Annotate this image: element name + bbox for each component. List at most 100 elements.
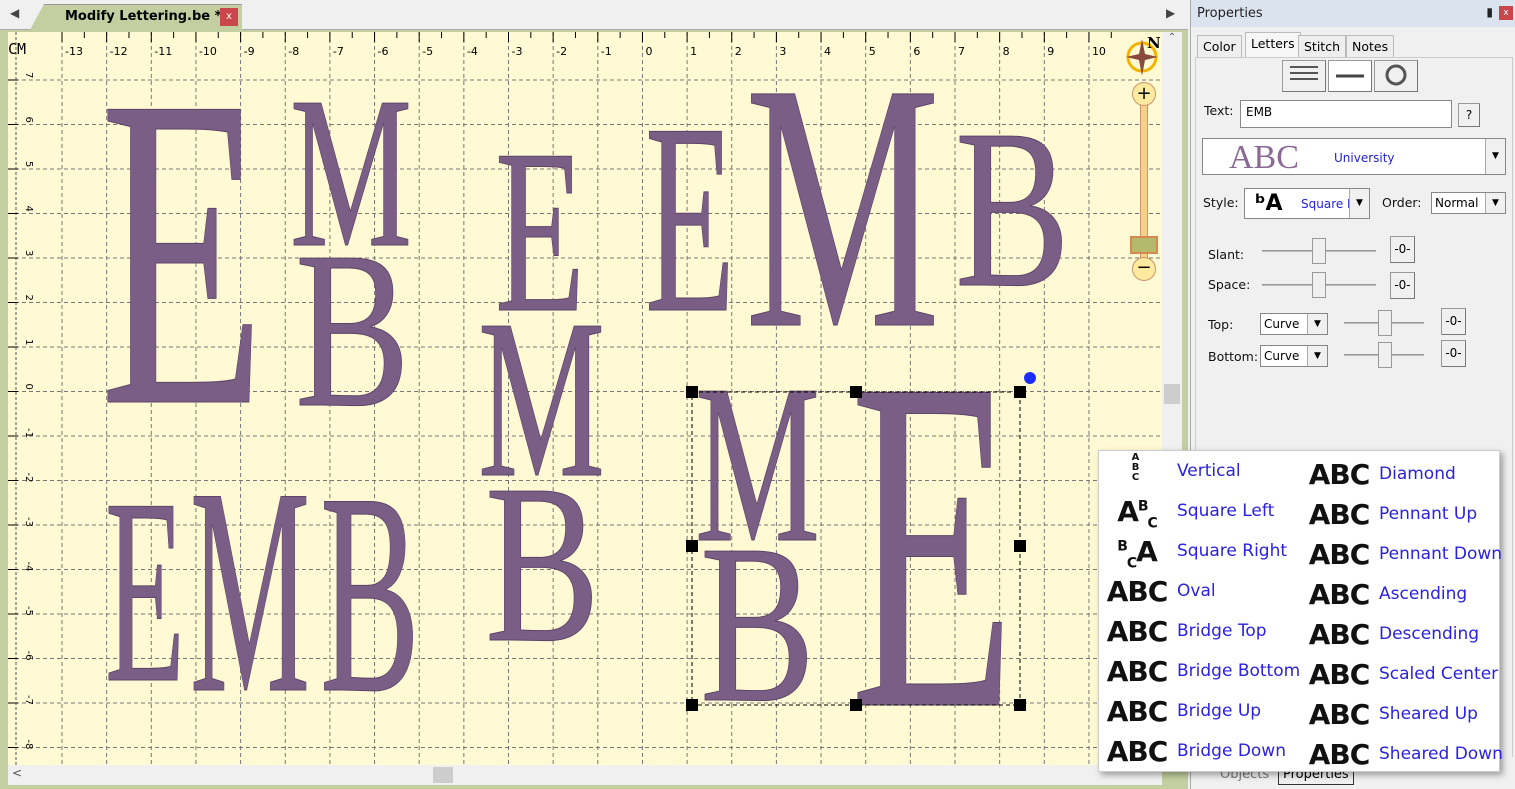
zoom-in-icon[interactable]: + (1132, 82, 1156, 106)
chevron-down-icon[interactable]: ▼ (1307, 346, 1327, 366)
style-option-label: Sheared Down (1379, 744, 1503, 764)
oval-style-icon: ABC (1106, 575, 1169, 608)
resize-handle[interactable] (850, 386, 862, 398)
style-option[interactable]: ABC Diamond (1303, 454, 1503, 494)
vertical-scroll-thumb[interactable] (1164, 384, 1180, 404)
scroll-tabs-left-icon[interactable]: ◀ (10, 6, 19, 20)
text-label: Text: (1204, 103, 1234, 118)
slant-slider-thumb[interactable] (1312, 238, 1326, 264)
style-option-label: Square Left (1177, 501, 1275, 521)
compass-icon[interactable]: N (1123, 34, 1162, 76)
style-option-label: Bridge Bottom (1177, 661, 1301, 681)
horizontal-scroll-thumb[interactable] (433, 767, 453, 783)
ruler-unit: CM (8, 40, 27, 58)
close-panel-button[interactable]: x (1499, 6, 1513, 20)
horizontal-scrollbar[interactable]: < (8, 765, 1162, 785)
bottom-value-button[interactable]: -0- (1441, 340, 1466, 367)
panel-title: Properties (1197, 6, 1263, 21)
style-option[interactable]: ABC Scaled Center (1303, 654, 1503, 694)
tab-stitch[interactable]: Stitch (1298, 35, 1347, 57)
tab-color[interactable]: Color (1197, 35, 1242, 57)
order-label: Order: (1382, 195, 1422, 210)
style-option[interactable]: ABC Bridge Up (1101, 691, 1301, 731)
zoom-out-icon[interactable]: − (1132, 257, 1156, 281)
circle-layout-button[interactable] (1374, 60, 1418, 92)
zoom-slider-thumb[interactable] (1130, 236, 1158, 254)
style-option-label: Pennant Up (1379, 504, 1478, 524)
style-option[interactable]: ABC Bridge Top (1101, 611, 1301, 651)
bridge-bottom-style-icon: ABC (1106, 655, 1169, 688)
scroll-tabs-right-icon[interactable]: ▶ (1166, 6, 1175, 20)
close-tab-button[interactable]: x (220, 8, 238, 26)
style-option-label: Diamond (1379, 464, 1456, 484)
design-canvas-frame: -13 -12 -11 -10 -9 -8 -7 -6 -5 -4 -3 -2 -1 0 1 2 3 4 5 6 7 8 9… (0, 30, 1188, 789)
style-option[interactable]: ABC Bridge Bottom (1101, 651, 1301, 691)
monogram-letter[interactable]: B (295, 205, 411, 455)
bottom-curve-select[interactable]: Curve ▼ (1260, 345, 1328, 367)
style-select[interactable]: ᵇA Square I ▼ (1244, 188, 1370, 219)
style-option[interactable]: ABC Oval (1101, 571, 1301, 611)
panel-title-bar: Properties ▮ x (1191, 0, 1515, 27)
style-option[interactable]: ABC Descending (1303, 614, 1503, 654)
help-button[interactable]: ? (1458, 103, 1480, 127)
bridge-down-style-icon: ABC (1106, 735, 1169, 768)
order-value: Normal (1435, 196, 1479, 210)
style-option[interactable]: ABC Sheared Down (1303, 734, 1503, 774)
style-option[interactable]: ABC Pennant Up (1303, 494, 1503, 534)
style-option[interactable]: ABC Bridge Down (1101, 731, 1301, 771)
resize-handle[interactable] (850, 699, 862, 711)
space-slider-thumb[interactable] (1312, 272, 1326, 298)
chevron-down-icon[interactable]: ▼ (1349, 189, 1369, 218)
pin-icon[interactable]: ▮ (1486, 5, 1493, 19)
tab-modify-lettering[interactable]: Modify Lettering.be * x (30, 4, 242, 30)
top-curve-select[interactable]: Curve ▼ (1260, 313, 1328, 335)
order-select[interactable]: Normal ▼ (1431, 192, 1506, 214)
monogram-letter[interactable]: B (320, 434, 421, 754)
slant-label: Slant: (1208, 247, 1245, 262)
style-option-label: Descending (1379, 624, 1480, 644)
resize-handle[interactable] (1014, 386, 1026, 398)
style-option[interactable]: A B C Vertical (1101, 451, 1301, 491)
style-option[interactable]: ABC Ascending (1303, 574, 1503, 614)
monogram-letter[interactable]: E (850, 281, 1016, 766)
bottom-slider-thumb[interactable] (1378, 342, 1392, 368)
monogram-letter[interactable]: E (645, 67, 736, 370)
sheared-up-style-icon: ABC (1308, 698, 1371, 731)
style-option-label: Oval (1177, 581, 1216, 601)
text-input[interactable]: EMB (1240, 100, 1452, 128)
slant-value-button[interactable]: -0- (1390, 236, 1415, 263)
resize-handle[interactable] (686, 540, 698, 552)
style-option[interactable]: ABC Sheared Up (1303, 694, 1503, 734)
monogram-letter[interactable]: B (700, 498, 816, 751)
tab-notes[interactable]: Notes (1346, 35, 1395, 57)
top-value-button[interactable]: -0- (1441, 308, 1466, 335)
resize-handle[interactable] (1014, 540, 1026, 552)
lettering-objects[interactable]: E MB EMBE M BE M B MB E (8, 32, 1162, 765)
style-option-label: Bridge Down (1177, 741, 1286, 761)
square-left-style-icon: ABC (1117, 495, 1158, 532)
resize-handle[interactable] (686, 386, 698, 398)
font-select[interactable]: ABC University ▼ (1202, 138, 1506, 176)
style-option[interactable]: BCA Square Right (1101, 531, 1301, 572)
style-dropdown-menu: A B C Vertical ABC Square Left BCA Square Rig… (1098, 450, 1503, 774)
chevron-down-icon[interactable]: ▼ (1485, 139, 1505, 174)
style-option[interactable]: ABC Pennant Down (1303, 534, 1503, 574)
monogram-letter[interactable]: E (105, 445, 186, 739)
tab-letters[interactable]: Letters (1245, 32, 1301, 58)
resize-handle[interactable] (686, 699, 698, 711)
space-value-button[interactable]: -0- (1390, 272, 1415, 299)
chevron-down-icon[interactable]: ▼ (1307, 314, 1327, 334)
style-option-label: Scaled Center (1379, 664, 1499, 684)
style-option-label: Ascending (1379, 584, 1468, 604)
zoom-slider[interactable]: + − (1130, 82, 1158, 282)
monogram-letter[interactable]: B (485, 438, 601, 691)
line-layout-button[interactable] (1328, 60, 1372, 92)
monogram-letter[interactable]: M (190, 427, 311, 755)
multiline-layout-button[interactable] (1282, 60, 1326, 92)
top-slider-thumb[interactable] (1378, 310, 1392, 336)
resize-handle[interactable] (1014, 699, 1026, 711)
chevron-down-icon[interactable]: ▼ (1485, 193, 1505, 213)
rotate-handle[interactable] (1024, 372, 1036, 384)
design-canvas[interactable]: -13 -12 -11 -10 -9 -8 -7 -6 -5 -4 -3 -2 -1 0 1 2 3 4 5 6 7 8 9… (8, 32, 1162, 765)
style-option[interactable]: ABC Square Left (1101, 491, 1301, 532)
